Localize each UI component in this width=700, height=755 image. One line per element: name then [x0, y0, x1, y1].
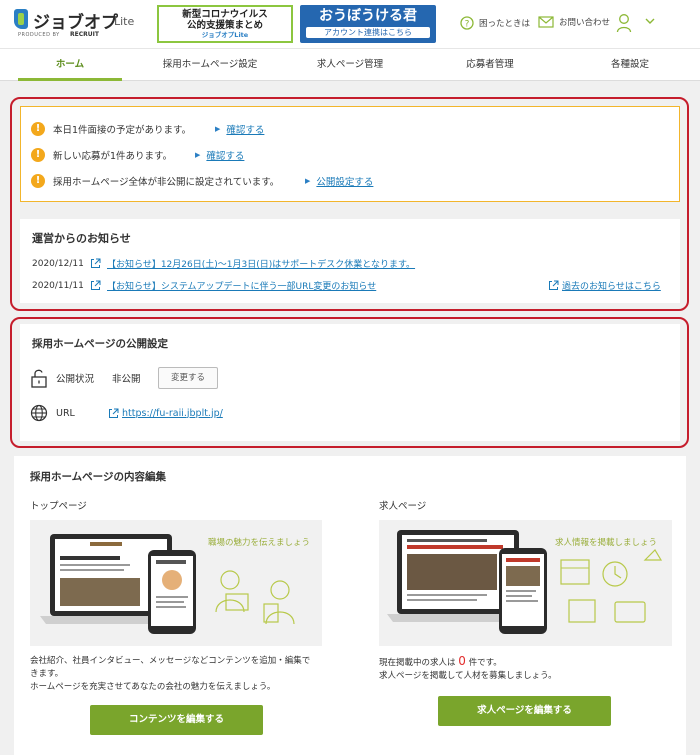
job-count: 0 — [458, 654, 466, 668]
alert-link-publish[interactable]: 公開設定する — [316, 174, 373, 188]
triangle-right-icon: ▶ — [305, 177, 311, 185]
top-page-desc: 会社紹介、社員インタビュー、メッセージなどコンテンツを追加・編集で きます。 ホ… — [30, 655, 330, 694]
logo-recruit: RECRUIT — [70, 31, 99, 38]
content-edit-panel: 採用ホームページの内容編集 トップページ 職場の魅力を伝えましょう 会社紹介、社… — [14, 456, 686, 755]
top-page-title: トップページ — [30, 501, 87, 512]
covid-line2: 公的支援策まとめ — [186, 20, 263, 31]
user-icon[interactable] — [616, 13, 632, 33]
publish-url-text: https://fu-raii.jbplt.jp/ — [122, 407, 223, 419]
mail-icon — [538, 16, 554, 28]
alert-text: 新しい応募が1件あります。 — [53, 151, 173, 162]
alert-item: ! 本日1件面接の予定があります。 — [31, 121, 191, 137]
publish-status-row: 公開状況 非公開 — [30, 368, 141, 388]
top-desc-line: ホームページを充実させてあなたの会社の魅力を伝えましょう。 — [30, 682, 276, 692]
publish-status-value: 非公開 — [112, 374, 141, 385]
edit-job-page-button[interactable]: 求人ページを編集する — [438, 696, 611, 726]
chevron-down-icon[interactable] — [645, 18, 655, 25]
publish-title: 採用ホームページの公開設定 — [32, 338, 168, 350]
covid-line3: ジョブオプLite — [201, 31, 249, 39]
triangle-right-icon: ▶ — [215, 125, 221, 133]
external-link-icon — [91, 258, 101, 268]
external-link-icon — [91, 280, 101, 290]
job-illus-caption: 求人情報を掲載しましょう — [555, 538, 658, 548]
alert-item: ! 新しい応募が1件あります。 — [31, 147, 172, 163]
logo-mark-icon — [14, 9, 28, 29]
help-label: 困ったときは — [479, 19, 531, 29]
question-icon: ? — [460, 16, 474, 30]
alert-text: 本日1件面接の予定があります。 — [53, 125, 192, 136]
past-news-link[interactable]: 過去のお知らせはこちら — [562, 279, 661, 292]
edit-contents-button[interactable]: コンテンツを編集する — [90, 705, 263, 735]
news-row: 2020/11/11 【お知らせ】システムアップデートに伴う一部URL変更のお知… — [32, 279, 376, 292]
news-date: 2020/12/11 — [32, 258, 84, 269]
external-link-icon — [109, 408, 119, 418]
publish-url-row: URL https://fu-raii.jbplt.jp/ — [30, 404, 223, 422]
publish-settings-panel: 採用ホームページの公開設定 公開状況 非公開 変更する URL https://… — [20, 324, 680, 441]
news-row: 2020/12/11 【お知らせ】12月26日(土)～1月3日(日)はサポートデ… — [32, 257, 415, 270]
tab-settings[interactable]: 各種設定 — [560, 49, 700, 80]
alert-panel: ! 本日1件面接の予定があります。 ▶ 確認する ! 新しい応募が1件あります。 … — [20, 106, 680, 202]
unlock-icon — [31, 369, 47, 388]
globe-icon — [30, 404, 48, 422]
change-status-button[interactable]: 変更する — [158, 367, 218, 389]
publish-status-label: 公開状況 — [56, 374, 95, 385]
top-illus-caption: 職場の魅力を伝えましょう — [208, 538, 311, 548]
alert-link-applicant[interactable]: 確認する — [206, 148, 244, 162]
external-link-icon — [549, 280, 559, 290]
logo[interactable]: ジョブオプ Lite PRODUCED BY RECRUIT — [14, 7, 146, 41]
logo-produced: PRODUCED BY — [18, 32, 60, 38]
top-desc-line: 会社紹介、社員インタビュー、メッセージなどコンテンツを追加・編集で — [30, 656, 311, 666]
logo-lite: Lite — [114, 15, 135, 28]
warning-icon: ! — [31, 174, 45, 188]
ouboo-title: おうぼうける君 — [319, 8, 417, 24]
past-news-wrap: 過去のお知らせはこちら — [548, 279, 661, 292]
covid-support-banner[interactable]: 新型コロナウイルス 公的支援策まとめ ジョブオプLite — [157, 5, 293, 43]
warning-icon: ! — [31, 122, 45, 136]
news-link[interactable]: 【お知らせ】12月26日(土)～1月3日(日)はサポートデスク休業となります。 — [107, 257, 415, 270]
news-link[interactable]: 【お知らせ】システムアップデートに伴う一部URL変更のお知らせ — [107, 279, 376, 292]
publish-url-link[interactable]: https://fu-raii.jbplt.jp/ — [108, 408, 223, 419]
covid-line1: 新型コロナウイルス — [182, 9, 268, 20]
alert-item: ! 採用ホームページ全体が非公開に設定されています。 — [31, 173, 279, 189]
logo-text: ジョブオプ — [33, 13, 118, 33]
job-desc-line2: 求人ページを掲載して人材を募集しましょう。 — [379, 671, 557, 681]
top-page-illustration: 職場の魅力を伝えましょう — [30, 520, 322, 646]
alert-link-interview[interactable]: 確認する — [226, 122, 264, 136]
job-desc-post: 件です。 — [468, 658, 502, 668]
tab-applicants[interactable]: 応募者管理 — [420, 49, 560, 80]
ouboo-sub: アカウント連携はこちら — [306, 27, 430, 38]
tab-job-page[interactable]: 求人ページ管理 — [280, 49, 420, 80]
contact-link[interactable]: お問い合わせ — [538, 16, 610, 28]
top-desc-line: きます。 — [30, 669, 64, 679]
publish-url-label: URL — [56, 407, 75, 419]
job-page-title: 求人ページ — [379, 501, 427, 512]
tab-homepage-settings[interactable]: 採用ホームページ設定 — [140, 49, 280, 80]
alert-text: 採用ホームページ全体が非公開に設定されています。 — [53, 177, 280, 188]
contact-label: お問い合わせ — [559, 18, 611, 28]
help-link[interactable]: ? 困ったときは — [460, 16, 530, 30]
news-panel: 運営からのお知らせ 2020/12/11 【お知らせ】12月26日(土)～1月3… — [20, 219, 680, 303]
warning-icon: ! — [31, 148, 45, 162]
tab-home[interactable]: ホーム — [0, 49, 140, 81]
job-page-desc: 現在掲載中の求人は 0 件です。 求人ページを掲載して人材を募集しましょう。 — [379, 655, 679, 683]
job-desc-line1: 現在掲載中の求人は 0 件です。 — [379, 655, 679, 670]
alert-link-wrap: ▶ 確認する — [195, 147, 244, 163]
svg-text:?: ? — [465, 20, 470, 30]
job-page-illustration: 求人情報を掲載しましょう — [379, 520, 672, 646]
job-desc-pre: 現在掲載中の求人は — [379, 658, 456, 668]
main-nav: ホーム 採用ホームページ設定 求人ページ管理 応募者管理 各種設定 — [0, 48, 700, 81]
triangle-right-icon: ▶ — [195, 151, 201, 159]
header: ジョブオプ Lite PRODUCED BY RECRUIT 新型コロナウイルス… — [0, 0, 700, 48]
alert-link-wrap: ▶ 公開設定する — [305, 173, 373, 189]
news-date: 2020/11/11 — [32, 280, 84, 291]
edit-title: 採用ホームページの内容編集 — [30, 471, 166, 483]
news-title: 運営からのお知らせ — [32, 232, 131, 245]
ouboo-banner[interactable]: おうぼうける君 アカウント連携はこちら — [300, 5, 436, 43]
alert-link-wrap: ▶ 確認する — [215, 121, 264, 137]
